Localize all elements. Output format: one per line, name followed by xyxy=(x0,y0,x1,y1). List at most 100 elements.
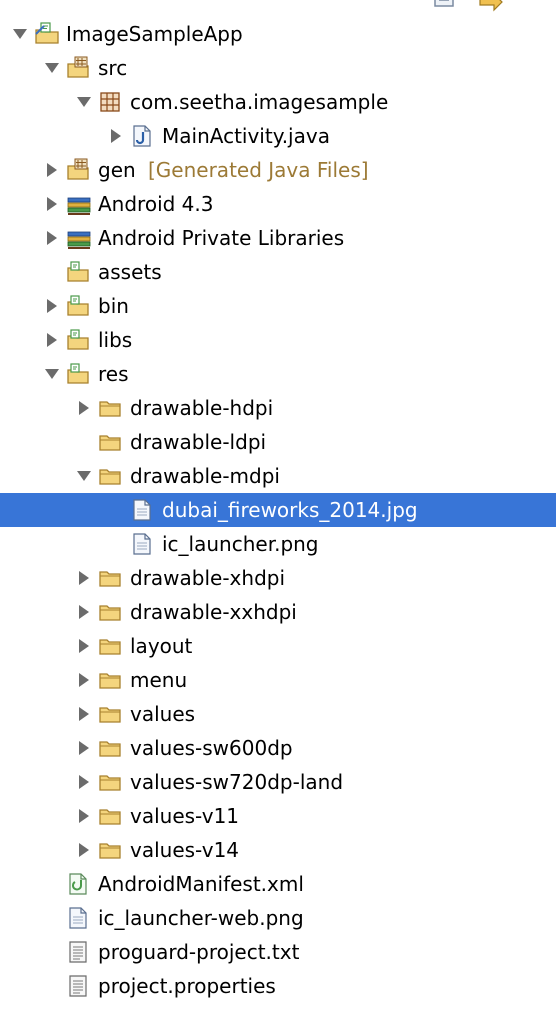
tree-item-dubai-fireworks-2014-jpg[interactable]: dubai_fireworks_2014.jpg xyxy=(0,493,556,527)
tree-item-label: ic_launcher-web.png xyxy=(98,906,304,930)
tree-item-androidmanifest-xml[interactable]: AndroidManifest.xml xyxy=(0,867,556,901)
text-file-icon xyxy=(66,974,90,998)
collapse-arrow-icon[interactable] xyxy=(74,466,94,486)
tree-item-label: values-sw600dp xyxy=(130,736,293,760)
collapse-arrow-icon[interactable] xyxy=(42,58,62,78)
expand-arrow-icon[interactable] xyxy=(42,160,62,180)
tree-item-src[interactable]: src xyxy=(0,51,556,85)
tree-item-mainactivity-java[interactable]: MainActivity.java xyxy=(0,119,556,153)
file-icon xyxy=(130,532,154,556)
android-project-icon xyxy=(34,22,59,46)
tree-item-label: values-v11 xyxy=(130,804,240,828)
tree-item-bin[interactable]: bin xyxy=(0,289,556,323)
package-icon xyxy=(98,90,122,114)
tree-item-drawable-xhdpi[interactable]: drawable-xhdpi xyxy=(0,561,556,595)
source-folder-icon xyxy=(66,56,90,80)
tree-item-drawable-xxhdpi[interactable]: drawable-xxhdpi xyxy=(0,595,556,629)
folder-icon xyxy=(98,600,122,624)
folder-icon xyxy=(98,770,122,794)
tree-item-values[interactable]: values xyxy=(0,697,556,731)
tree-item-values-v14[interactable]: values-v14 xyxy=(0,833,556,867)
expand-arrow-icon[interactable] xyxy=(74,806,94,826)
tree-item-android-private-libraries[interactable]: Android Private Libraries xyxy=(0,221,556,255)
tree-item-drawable-ldpi[interactable]: drawable-ldpi xyxy=(0,425,556,459)
folder-icon xyxy=(98,804,122,828)
tree-item-label: Android Private Libraries xyxy=(98,226,345,250)
expand-arrow-icon[interactable] xyxy=(74,670,94,690)
file-icon xyxy=(66,906,90,930)
tree-item-label: com.seetha.imagesample xyxy=(130,90,389,114)
source-folder-icon xyxy=(66,158,90,182)
collapse-arrow-icon[interactable] xyxy=(74,92,94,112)
tree-item-values-sw600dp[interactable]: values-sw600dp xyxy=(0,731,556,765)
tree-item-project-properties[interactable]: project.properties xyxy=(0,969,556,1003)
tree-item-label: bin xyxy=(98,294,129,318)
text-file-icon xyxy=(66,940,90,964)
folder-icon xyxy=(98,736,122,760)
folder-icon xyxy=(98,702,122,726)
tree-item-layout[interactable]: layout xyxy=(0,629,556,663)
library-icon xyxy=(66,226,91,250)
tree-item-label: proguard-project.txt xyxy=(98,940,300,964)
tree-item-ic-launcher-png[interactable]: ic_launcher.png xyxy=(0,527,556,561)
project-folder-icon xyxy=(66,260,90,284)
project-folder-icon xyxy=(66,362,90,386)
tree-item-android-4-3[interactable]: Android 4.3 xyxy=(0,187,556,221)
tree-item-label: Android 4.3 xyxy=(98,192,214,216)
tree-item-gen[interactable]: gen [Generated Java Files] xyxy=(0,153,556,187)
tree-item-ic-launcher-web-png[interactable]: ic_launcher-web.png xyxy=(0,901,556,935)
tree-item-decoration: [Generated Java Files] xyxy=(148,158,369,182)
tree-item-drawable-hdpi[interactable]: drawable-hdpi xyxy=(0,391,556,425)
collapse-arrow-icon[interactable] xyxy=(42,364,62,384)
expand-arrow-icon[interactable] xyxy=(42,296,62,316)
expand-arrow-icon[interactable] xyxy=(74,568,94,588)
tree-item-com-seetha-imagesample[interactable]: com.seetha.imagesample xyxy=(0,85,556,119)
collapse-all-icon[interactable] xyxy=(432,0,456,17)
library-icon xyxy=(66,192,91,216)
tree-item-label: res xyxy=(98,362,129,386)
tree-item-menu[interactable]: menu xyxy=(0,663,556,697)
tree-item-res[interactable]: res xyxy=(0,357,556,391)
expand-arrow-icon[interactable] xyxy=(74,398,94,418)
tree-item-label: drawable-hdpi xyxy=(130,396,274,420)
java-file-icon xyxy=(130,124,154,148)
tree-item-label: gen xyxy=(98,158,136,182)
tree-item-label: libs xyxy=(98,328,133,352)
tree-item-imagesampleapp[interactable]: ImageSampleApp xyxy=(0,17,556,51)
tree-item-label: drawable-ldpi xyxy=(130,430,267,454)
expand-arrow-icon[interactable] xyxy=(42,228,62,248)
folder-icon xyxy=(98,464,122,488)
folder-icon xyxy=(98,634,122,658)
folder-icon xyxy=(98,838,122,862)
expand-arrow-icon[interactable] xyxy=(74,636,94,656)
tree-item-label: MainActivity.java xyxy=(162,124,330,148)
tree-item-label: drawable-mdpi xyxy=(130,464,280,488)
view-toolbar xyxy=(0,0,556,14)
file-icon xyxy=(130,498,154,522)
tree-item-drawable-mdpi[interactable]: drawable-mdpi xyxy=(0,459,556,493)
project-folder-icon xyxy=(66,328,90,352)
tree-item-libs[interactable]: libs xyxy=(0,323,556,357)
collapse-arrow-icon[interactable] xyxy=(10,24,30,44)
tree-item-values-sw720dp-land[interactable]: values-sw720dp-land xyxy=(0,765,556,799)
expand-arrow-icon[interactable] xyxy=(74,738,94,758)
tree-item-label: ImageSampleApp xyxy=(66,22,243,46)
expand-arrow-icon[interactable] xyxy=(42,194,62,214)
manifest-file-icon xyxy=(66,872,90,896)
link-with-editor-icon[interactable] xyxy=(478,0,504,17)
tree-item-label: ic_launcher.png xyxy=(162,532,319,556)
project-folder-icon xyxy=(66,294,90,318)
tree-item-assets[interactable]: assets xyxy=(0,255,556,289)
expand-arrow-icon[interactable] xyxy=(74,840,94,860)
expand-arrow-icon[interactable] xyxy=(42,330,62,350)
expand-arrow-icon[interactable] xyxy=(74,602,94,622)
folder-icon xyxy=(98,396,122,420)
tree-item-values-v11[interactable]: values-v11 xyxy=(0,799,556,833)
tree-item-label: menu xyxy=(130,668,188,692)
tree-item-label: layout xyxy=(130,634,193,658)
expand-arrow-icon[interactable] xyxy=(106,126,126,146)
expand-arrow-icon[interactable] xyxy=(74,772,94,792)
tree-item-proguard-project-txt[interactable]: proguard-project.txt xyxy=(0,935,556,969)
expand-arrow-icon[interactable] xyxy=(74,704,94,724)
tree-item-label: assets xyxy=(98,260,162,284)
